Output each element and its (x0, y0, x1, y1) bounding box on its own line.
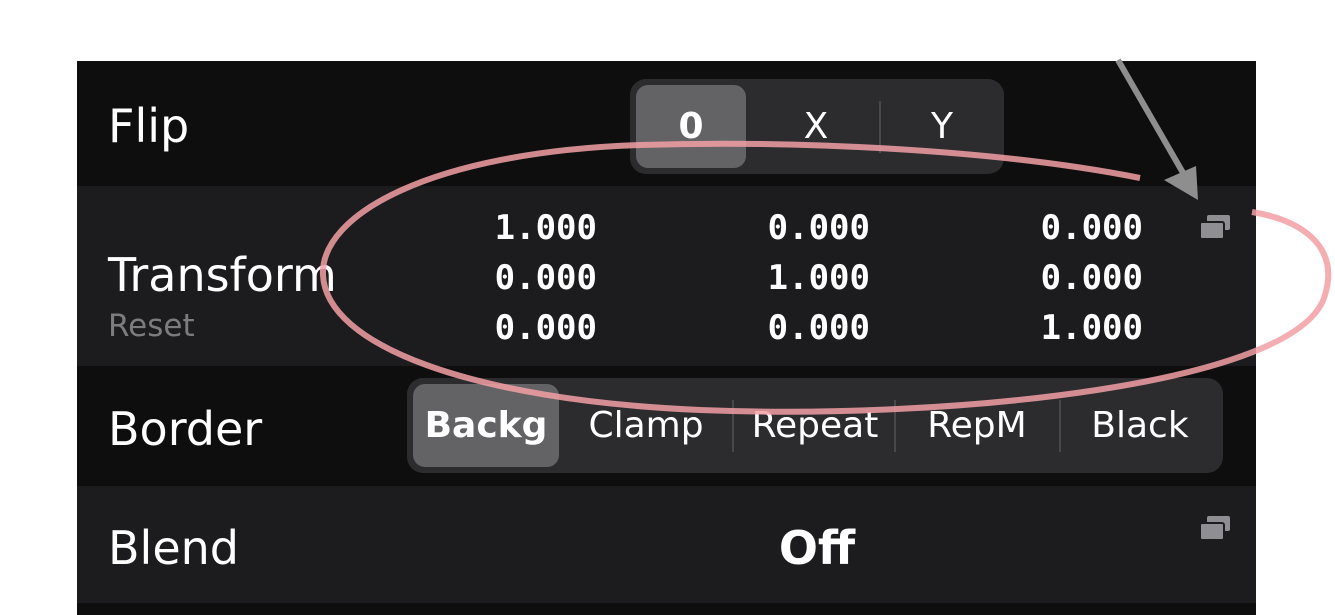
border-option-repm[interactable]: RepM (897, 384, 1057, 467)
transform-row: Transform Reset 1.000 0.000 0.000 0.000 … (77, 186, 1256, 366)
border-option-backg[interactable]: Backg (413, 384, 559, 467)
border-segmented-control: Backg Clamp Repeat RepM Black (407, 378, 1223, 473)
matrix-cell-r1c1[interactable]: 1.000 (457, 208, 597, 248)
border-option-clamp[interactable]: Clamp (569, 384, 723, 467)
matrix-cell-r2c2[interactable]: 1.000 (730, 258, 870, 298)
matrix-cell-r3c1[interactable]: 0.000 (457, 308, 597, 348)
blend-label: Blend (108, 521, 239, 575)
matrix-cell-r3c3[interactable]: 1.000 (1003, 308, 1143, 348)
matrix-cell-r2c3[interactable]: 0.000 (1003, 258, 1143, 298)
blend-value[interactable]: Off (737, 521, 897, 575)
flip-option-0[interactable]: 0 (636, 85, 746, 168)
matrix-cell-r1c2[interactable]: 0.000 (730, 208, 870, 248)
matrix-cell-r3c2[interactable]: 0.000 (730, 308, 870, 348)
border-label: Border (108, 402, 263, 456)
flip-segmented-control: 0 X Y (630, 79, 1004, 174)
segment-divider (1059, 400, 1061, 452)
copy-icon[interactable] (1198, 514, 1232, 542)
transform-label: Transform (108, 248, 337, 302)
segment-divider (732, 400, 734, 452)
flip-label: Flip (108, 99, 190, 153)
border-row: Border Backg Clamp Repeat RepM Black (77, 366, 1256, 486)
flip-option-x[interactable]: X (756, 85, 876, 168)
settings-panel: Flip 0 X Y Transform Reset 1.000 0.000 0… (77, 61, 1256, 615)
border-option-repeat[interactable]: Repeat (735, 384, 895, 467)
transform-reset-button[interactable]: Reset (108, 308, 195, 344)
copy-icon[interactable] (1198, 213, 1232, 241)
border-option-black[interactable]: Black (1062, 384, 1218, 467)
matrix-cell-r1c3[interactable]: 0.000 (1003, 208, 1143, 248)
screenshot-stage: Flip 0 X Y Transform Reset 1.000 0.000 0… (0, 0, 1335, 615)
flip-row: Flip 0 X Y (77, 61, 1256, 186)
blend-row: Blend Off (77, 486, 1256, 603)
segment-divider (894, 400, 896, 452)
segment-divider (879, 101, 881, 153)
matrix-cell-r2c1[interactable]: 0.000 (457, 258, 597, 298)
flip-option-y[interactable]: Y (882, 85, 1002, 168)
